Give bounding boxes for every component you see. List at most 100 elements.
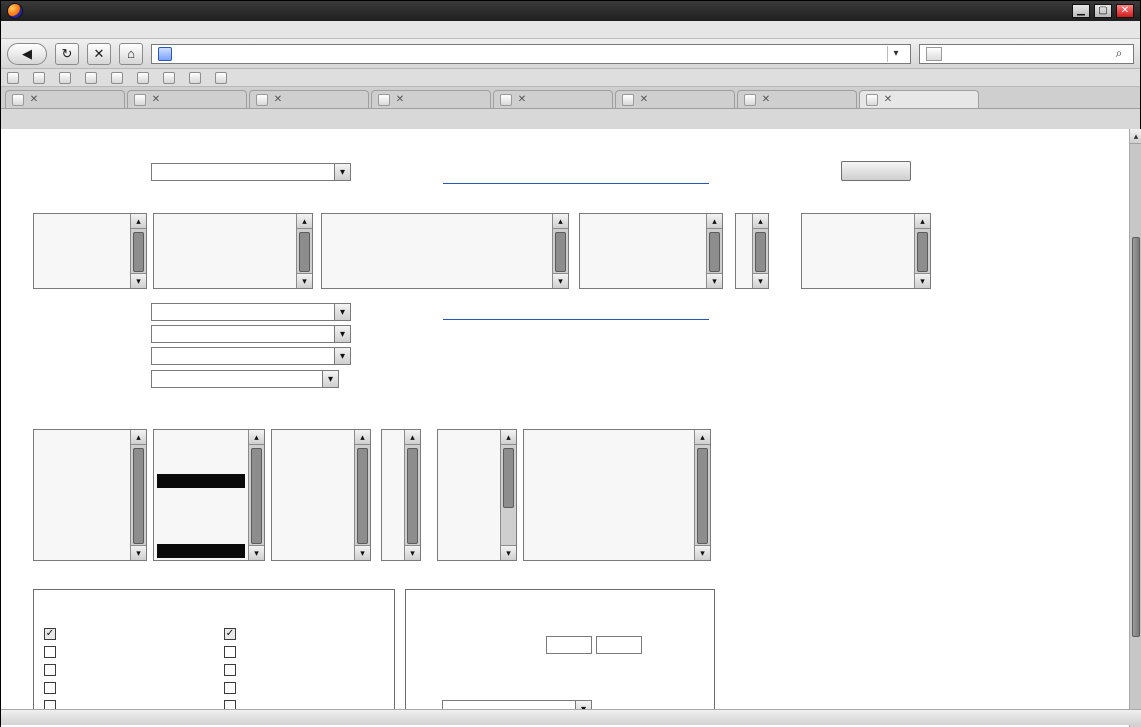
resolution-listbox[interactable]: ▴ ▾ [153, 429, 265, 561]
close-tab-icon[interactable]: ✕ [272, 94, 284, 106]
list-item[interactable] [739, 272, 749, 286]
scroll-down-icon[interactable]: ▾ [297, 273, 312, 288]
minimize-button[interactable]: ▁ [1072, 4, 1090, 18]
list-item[interactable] [805, 272, 911, 286]
summary-mode-select[interactable]: ▾ [151, 163, 351, 181]
tab-7[interactable]: ✕ [737, 90, 857, 108]
list-item[interactable] [157, 244, 293, 258]
list-item[interactable] [275, 516, 351, 530]
list-item[interactable] [527, 446, 691, 460]
checkbox-row[interactable]: ✓ [224, 628, 242, 640]
list-item[interactable] [739, 216, 749, 230]
tab-4[interactable]: ✕ [371, 90, 491, 108]
list-item[interactable] [275, 432, 351, 446]
list-item[interactable] [385, 516, 401, 530]
scroll-down-icon[interactable]: ▾ [405, 545, 420, 560]
close-button[interactable]: ✕ [1116, 4, 1134, 18]
list-item[interactable] [527, 516, 691, 530]
close-tab-icon[interactable]: ✕ [760, 94, 772, 106]
bookmark-item[interactable] [111, 71, 127, 84]
list-item[interactable] [441, 474, 497, 488]
search-bar[interactable]: ⌕ [919, 43, 1134, 64]
os-listbox[interactable]: ▴ ▾ [523, 429, 711, 561]
scroll-down-icon[interactable]: ▾ [695, 545, 710, 560]
severity-listbox[interactable]: ▴ ▾ [271, 429, 371, 561]
address-bar[interactable]: ▾ [151, 43, 911, 64]
target-listbox[interactable]: ▴ ▾ [801, 213, 931, 289]
list-item[interactable] [385, 502, 401, 516]
close-tab-icon[interactable]: ✕ [638, 94, 650, 106]
select-arrow-icon[interactable]: ▾ [322, 371, 338, 387]
maximize-button[interactable]: ▢ [1094, 4, 1112, 18]
tab-5[interactable]: ✕ [493, 90, 613, 108]
list-item[interactable] [275, 446, 351, 460]
back-button[interactable]: ◀ [7, 42, 47, 65]
url-dropdown-icon[interactable]: ▾ [887, 45, 904, 62]
scroll-up-icon[interactable]: ▴ [405, 430, 420, 445]
checkbox-row[interactable] [44, 682, 62, 694]
scroll-down-icon[interactable]: ▾ [131, 545, 146, 560]
checkbox[interactable] [224, 664, 236, 676]
list-item[interactable] [805, 216, 911, 230]
scroll-up-icon[interactable]: ▴ [131, 430, 146, 445]
listbox-scrollbar[interactable]: ▴ ▾ [706, 214, 722, 288]
scroll-thumb[interactable] [697, 448, 708, 544]
scroll-down-icon[interactable]: ▾ [915, 273, 930, 288]
list-item[interactable] [739, 244, 749, 258]
tab-3[interactable]: ✕ [249, 90, 369, 108]
scroll-up-icon[interactable]: ▴ [131, 214, 146, 229]
list-item[interactable] [527, 488, 691, 502]
checkbox-row[interactable]: ✓ [44, 628, 62, 640]
list-item[interactable] [157, 432, 245, 446]
list-item[interactable] [441, 544, 497, 558]
scroll-down-icon[interactable]: ▾ [707, 273, 722, 288]
close-tab-icon[interactable]: ✕ [882, 94, 894, 106]
list-item[interactable] [325, 258, 549, 272]
list-item[interactable] [527, 460, 691, 474]
list-item[interactable] [275, 474, 351, 488]
list-item[interactable] [583, 258, 703, 272]
select-arrow-icon[interactable]: ▾ [334, 326, 350, 342]
scroll-up-icon[interactable]: ▴ [753, 214, 768, 229]
list-item[interactable] [325, 216, 549, 230]
list-item[interactable] [157, 488, 245, 502]
list-item[interactable] [157, 516, 245, 530]
checkbox[interactable]: ✓ [224, 628, 236, 640]
scroll-up-icon[interactable]: ▴ [1130, 129, 1141, 144]
field-select-3[interactable]: ▾ [151, 347, 351, 365]
bookmark-item[interactable] [85, 71, 101, 84]
scroll-down-icon[interactable]: ▾ [355, 545, 370, 560]
list-item[interactable] [441, 432, 497, 446]
list-item[interactable] [805, 230, 911, 244]
versions-listbox[interactable]: ▴ ▾ [579, 213, 723, 289]
scroll-thumb[interactable] [133, 448, 144, 544]
list-item[interactable] [583, 272, 703, 286]
list-item[interactable] [37, 258, 127, 272]
listbox-scrollbar[interactable]: ▴ ▾ [248, 430, 264, 560]
priority-listbox[interactable]: ▴ ▾ [381, 429, 421, 561]
select-arrow-icon[interactable]: ▾ [334, 164, 350, 180]
fixed-in-listbox[interactable]: ▴ ▾ [735, 213, 769, 289]
close-tab-icon[interactable]: ✕ [394, 94, 406, 106]
tab-2[interactable]: ✕ [127, 90, 247, 108]
scroll-thumb[interactable] [357, 448, 368, 544]
list-item[interactable] [37, 474, 127, 488]
close-tab-icon[interactable]: ✕ [28, 94, 40, 106]
list-item[interactable] [157, 286, 293, 288]
date-from-input[interactable] [546, 636, 592, 654]
checkbox[interactable] [44, 646, 56, 658]
listbox-scrollbar[interactable]: ▴ ▾ [354, 430, 370, 560]
bookmark-item[interactable] [137, 71, 153, 84]
hardware-listbox[interactable]: ▴ ▾ [437, 429, 517, 561]
close-tab-icon[interactable]: ✕ [516, 94, 528, 106]
list-item[interactable] [325, 272, 549, 286]
list-item[interactable] [37, 216, 127, 230]
list-item[interactable] [385, 488, 401, 502]
list-item[interactable] [37, 230, 127, 244]
date-to-input[interactable] [596, 636, 642, 654]
components-listbox[interactable]: ▴ ▾ [321, 213, 569, 289]
scroll-down-icon[interactable]: ▾ [249, 545, 264, 560]
scroll-up-icon[interactable]: ▴ [501, 430, 516, 445]
scroll-up-icon[interactable]: ▴ [553, 214, 568, 229]
scroll-up-icon[interactable]: ▴ [707, 214, 722, 229]
